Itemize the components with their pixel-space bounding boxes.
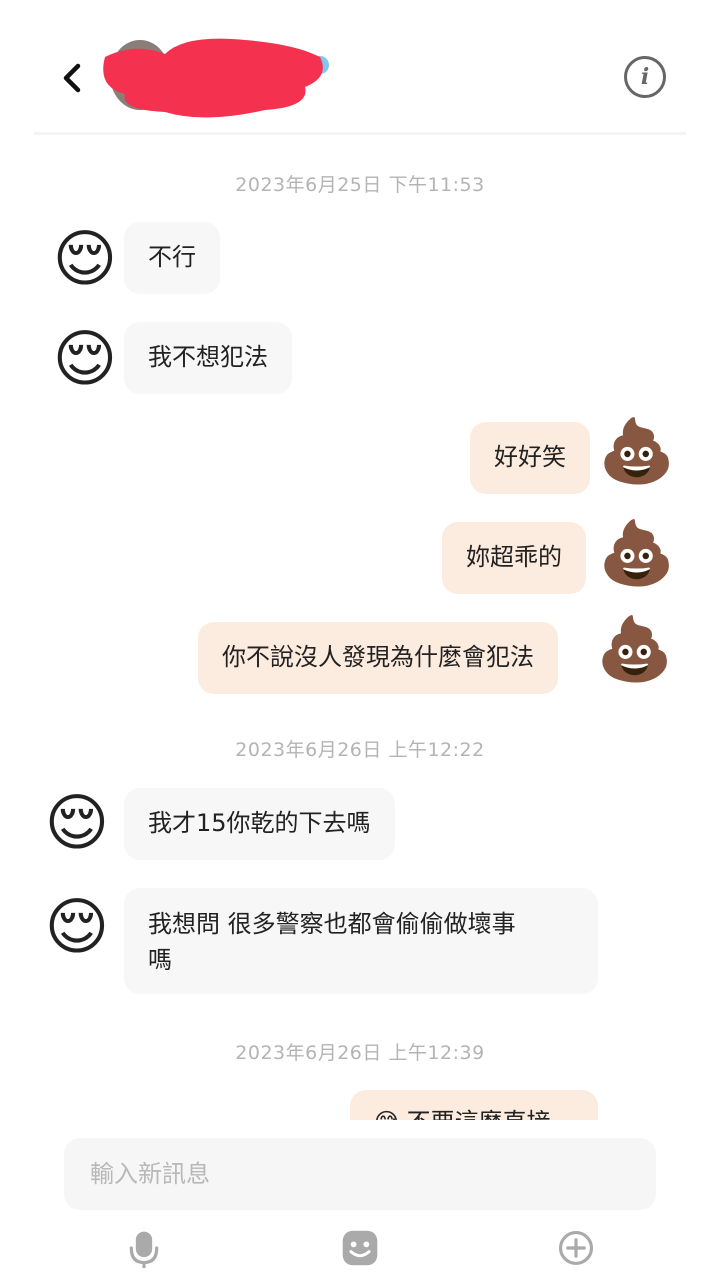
- timestamp: 2023年6月26日 上午12:22: [235, 739, 485, 761]
- timestamp: 2023年6月25日 下午11:53: [235, 174, 485, 196]
- message-line: 嗎: [148, 946, 172, 974]
- header-divider: [34, 132, 686, 135]
- info-button[interactable]: i: [624, 56, 666, 98]
- redacted-contact-name: [103, 38, 329, 118]
- message-composer[interactable]: [64, 1138, 656, 1210]
- chevron-left-icon: [63, 63, 81, 93]
- poop-avatar-icon[interactable]: 💩: [596, 612, 673, 686]
- incoming-message[interactable]: 我不想犯法: [124, 322, 292, 394]
- incoming-message[interactable]: 我才15你乾的下去嗎: [124, 788, 395, 860]
- poop-avatar-icon[interactable]: 💩: [598, 516, 675, 590]
- chat-header: i: [0, 0, 720, 135]
- sticker-button[interactable]: [338, 1226, 382, 1270]
- outgoing-message-partial[interactable]: 😅 不要這麼直接: [350, 1090, 598, 1120]
- sticker-smile-icon: [342, 1230, 378, 1266]
- add-button[interactable]: [554, 1226, 598, 1270]
- relieved-face-avatar-icon[interactable]: 😌: [48, 222, 122, 296]
- outgoing-message[interactable]: 你不說沒人發現為什麼會犯法: [198, 622, 558, 694]
- relieved-face-avatar-icon[interactable]: 😌: [48, 322, 122, 396]
- microphone-icon: [129, 1231, 159, 1268]
- outgoing-message-text: 😅 不要這麼直接: [350, 1090, 598, 1120]
- info-circle-icon: i: [640, 64, 650, 90]
- outgoing-message[interactable]: 妳超乖的: [442, 522, 586, 594]
- back-button[interactable]: [52, 58, 92, 98]
- poop-avatar-icon[interactable]: 💩: [598, 414, 675, 488]
- message-input[interactable]: [90, 1160, 656, 1188]
- incoming-message[interactable]: 我想問 很多警察也都會偷偷做壞事 嗎: [124, 888, 598, 994]
- message-line: 我想問 很多警察也都會偷偷做壞事: [148, 910, 516, 938]
- relieved-face-avatar-icon[interactable]: 😌: [40, 890, 114, 964]
- voice-button[interactable]: [122, 1226, 166, 1270]
- timestamp: 2023年6月26日 上午12:39: [235, 1042, 485, 1064]
- outgoing-message[interactable]: 好好笑: [470, 422, 590, 494]
- incoming-message[interactable]: 不行: [124, 222, 220, 294]
- plus-circle-icon: [558, 1230, 594, 1266]
- relieved-face-avatar-icon[interactable]: 😌: [40, 786, 114, 860]
